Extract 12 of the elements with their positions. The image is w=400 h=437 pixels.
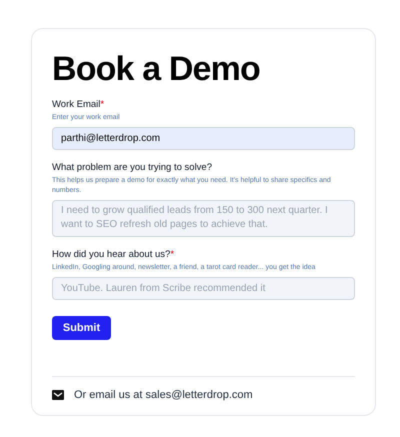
required-mark: * bbox=[100, 99, 104, 111]
input-field[interactable]: parthi@letterdrop.com bbox=[52, 127, 355, 150]
field-label: What problem are you trying to solve? bbox=[52, 162, 212, 174]
field-label: Work Email bbox=[52, 99, 100, 111]
submit-button[interactable]: Submit bbox=[52, 316, 111, 340]
required-mark: * bbox=[170, 249, 174, 261]
envelope-icon bbox=[52, 390, 64, 400]
contact-email-text: Or email us at sales@letterdrop.com bbox=[74, 388, 253, 403]
page-title: Book a Demo bbox=[52, 49, 261, 89]
textarea-field[interactable]: I need to grow qualified leads from 150 to 300 next quarter. I want to SEO refresh old pages to achieve that. bbox=[52, 200, 355, 237]
input-field[interactable]: YouTube. Lauren from Scribe recommended it bbox=[52, 277, 355, 300]
field-label: How did you hear about us? bbox=[52, 249, 170, 261]
